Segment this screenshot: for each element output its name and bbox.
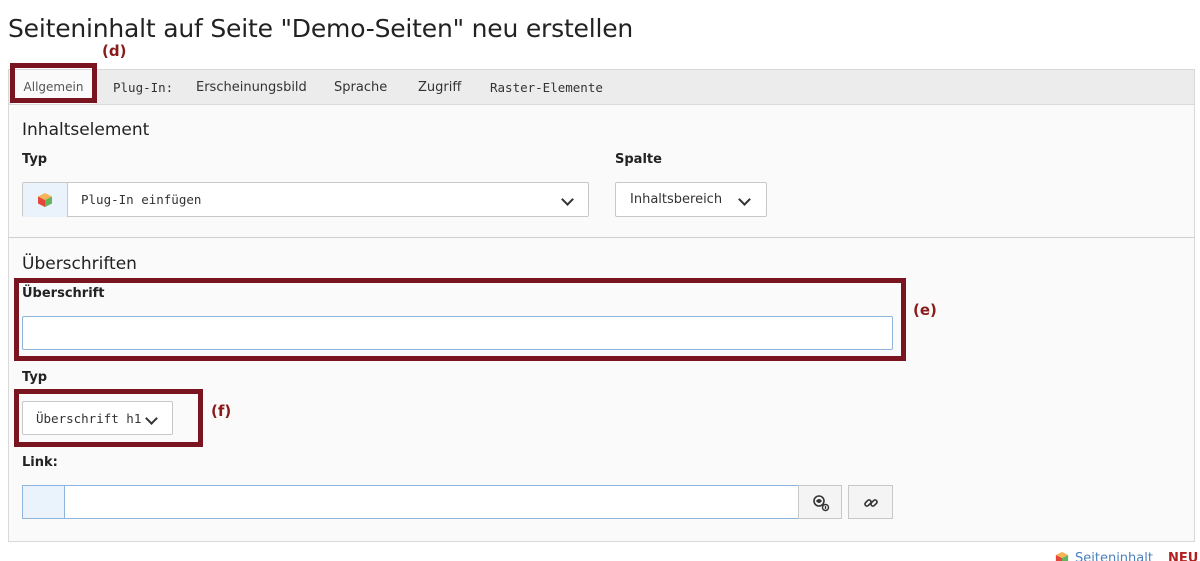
tab-zugriff[interactable]: Zugriff xyxy=(418,70,461,106)
column-value: Inhaltsbereich xyxy=(630,192,723,207)
heading-type-label: Typ xyxy=(22,370,48,385)
chain-link-icon xyxy=(864,499,878,507)
record-link[interactable]: Seiteninhalt xyxy=(1075,551,1153,561)
annotation-label-e: (e) xyxy=(913,301,937,319)
column-select[interactable]: Inhaltsbereich xyxy=(615,182,767,217)
content-cube-icon xyxy=(1055,551,1069,561)
tab-erscheinungsbild[interactable]: Erscheinungsbild xyxy=(196,70,307,106)
content-type-value: Plug-In einfügen xyxy=(81,192,202,207)
tab-bar: Allgemein Plug-In: Erscheinungsbild Spra… xyxy=(8,69,1195,106)
annotation-box-e xyxy=(14,278,906,361)
annotation-label-d: (d) xyxy=(102,42,127,60)
type-icon-cell xyxy=(23,183,68,217)
plugin-cube-icon xyxy=(38,193,52,207)
section-divider xyxy=(8,237,1195,238)
link-input[interactable] xyxy=(64,485,799,519)
annotation-box-d xyxy=(10,63,97,103)
chevron-down-icon xyxy=(738,193,751,206)
new-badge: NEU xyxy=(1168,551,1199,561)
annotation-box-f xyxy=(14,389,203,447)
content-type-select[interactable]: Plug-In einfügen xyxy=(22,182,589,217)
link-wizard-button[interactable] xyxy=(798,485,842,519)
link-wizard-icon xyxy=(813,495,830,512)
link-prefix-cell xyxy=(22,485,65,519)
section-title-headings: Überschriften xyxy=(22,254,137,274)
annotation-label-f: (f) xyxy=(211,402,232,420)
tab-raster-elemente[interactable]: Raster-Elemente xyxy=(490,70,603,106)
type-label: Typ xyxy=(22,152,48,167)
chevron-down-icon xyxy=(561,193,574,206)
link-label: Link: xyxy=(22,455,58,470)
tab-plugin[interactable]: Plug-In: xyxy=(113,70,173,106)
column-label: Spalte xyxy=(615,152,662,167)
tab-sprache[interactable]: Sprache xyxy=(334,70,387,106)
link-browser-button[interactable] xyxy=(848,485,893,519)
page-title: Seiteninhalt auf Seite "Demo-Seiten" neu… xyxy=(8,14,634,43)
section-title-content-element: Inhaltselement xyxy=(22,120,150,140)
